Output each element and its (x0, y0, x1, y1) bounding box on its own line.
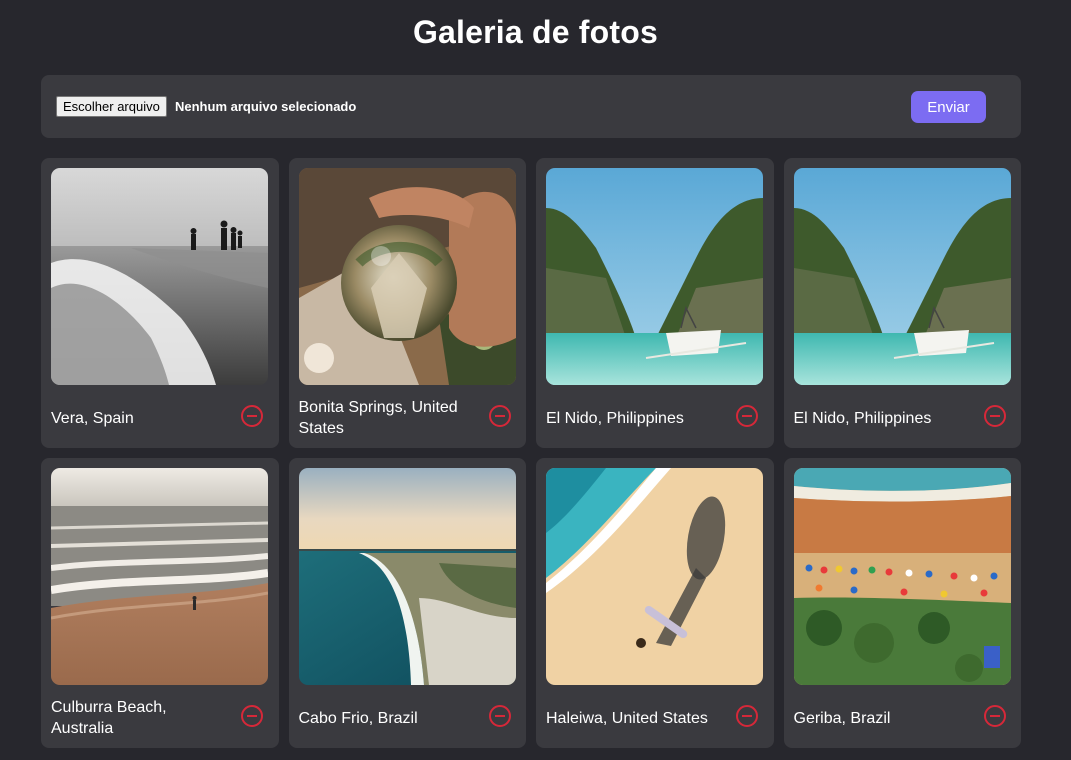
photo-gallery: Vera, Spain Bonita Springs, United State… (41, 158, 1021, 748)
photo-image (298, 468, 516, 685)
photo-location: Cabo Frio, Brazil (298, 709, 418, 727)
photo-card: Haleiwa, United States (536, 458, 774, 748)
minus-circle-icon (241, 705, 263, 727)
page-title: Galeria de fotos (412, 14, 659, 50)
delete-photo-button[interactable] (488, 704, 512, 728)
photo-image (546, 468, 763, 685)
photo-location: Bonita Springs, United States (298, 399, 458, 437)
delete-photo-button[interactable] (240, 704, 264, 728)
photo-image (298, 168, 516, 385)
photo-image (51, 468, 268, 685)
minus-circle-icon (488, 405, 511, 427)
delete-photo-button[interactable] (983, 404, 1007, 428)
photo-image (793, 168, 1011, 385)
minus-circle-icon (736, 405, 758, 427)
delete-photo-button[interactable] (735, 404, 759, 428)
photo-location: Culburra Beach, Australia (51, 699, 167, 737)
photo-image (546, 168, 763, 385)
minus-circle-icon (488, 705, 511, 727)
photo-location: Vera, Spain (51, 409, 134, 427)
choose-file-button[interactable]: Escolher arquivo (56, 96, 167, 117)
delete-photo-button[interactable] (735, 704, 759, 728)
delete-photo-button[interactable] (983, 704, 1007, 728)
photo-image (51, 168, 268, 385)
photo-location: El Nido, Philippines (793, 409, 932, 427)
photo-card: Bonita Springs, United States (288, 158, 526, 448)
minus-circle-icon (983, 405, 1006, 427)
minus-circle-icon (983, 705, 1006, 727)
delete-photo-button[interactable] (488, 404, 512, 428)
photo-card: El Nido, Philippines (536, 158, 774, 448)
delete-photo-button[interactable] (240, 404, 264, 428)
photo-card: Vera, Spain (41, 158, 279, 448)
photo-image (793, 468, 1011, 685)
photo-location: Geriba, Brazil (793, 709, 891, 727)
photo-location: El Nido, Philippines (546, 409, 684, 427)
upload-form: Escolher arquivo Nenhum arquivo selecion… (41, 75, 1021, 138)
photo-card: Cabo Frio, Brazil (288, 458, 526, 748)
photo-card: El Nido, Philippines (783, 158, 1021, 448)
minus-circle-icon (241, 405, 263, 427)
photo-card: Culburra Beach, Australia (41, 458, 279, 748)
minus-circle-icon (736, 705, 758, 727)
photo-location: Haleiwa, United States (546, 709, 708, 727)
file-status-text: Nenhum arquivo selecionado (175, 99, 357, 114)
photo-card: Geriba, Brazil (783, 458, 1021, 748)
send-button[interactable]: Enviar (911, 91, 986, 123)
